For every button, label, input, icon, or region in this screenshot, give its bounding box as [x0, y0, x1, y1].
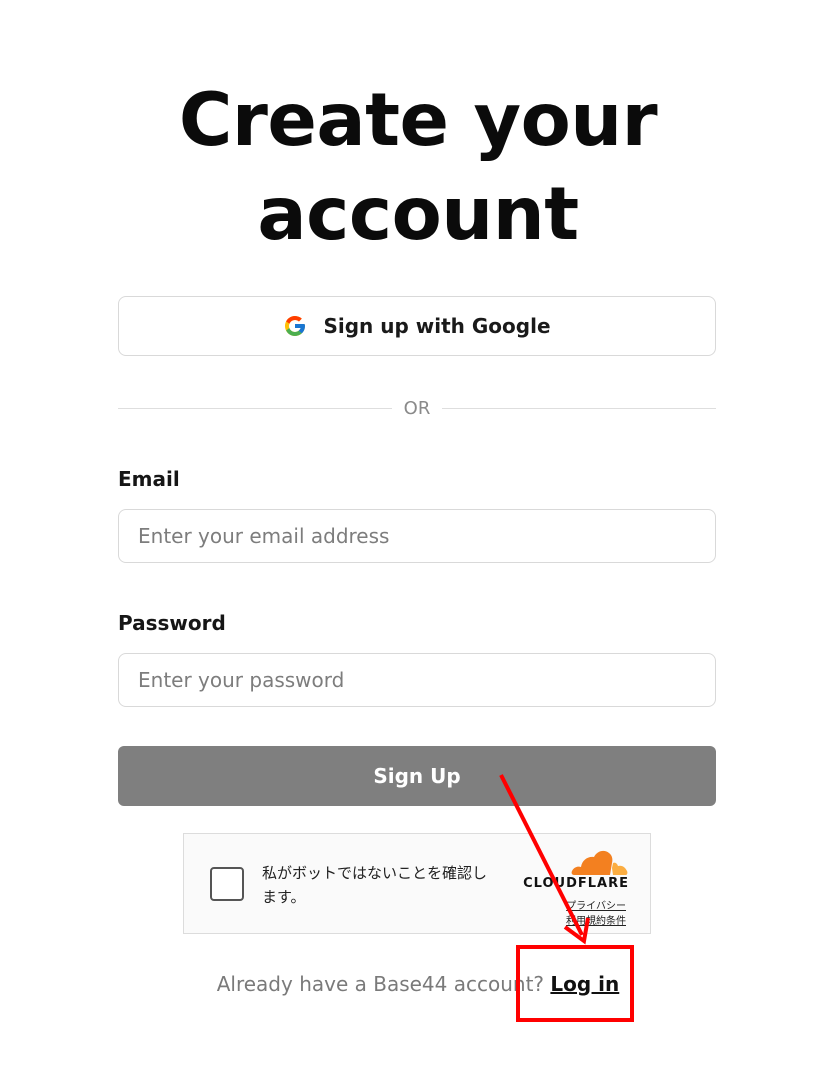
email-label: Email: [118, 467, 180, 491]
sign-up-button[interactable]: Sign Up: [118, 746, 716, 806]
email-field[interactable]: [118, 509, 716, 563]
captcha-terms-link[interactable]: 利用規約条件: [566, 912, 626, 927]
page-title-line-1: Create your: [178, 78, 658, 163]
captcha-checkbox-label: 私がボットではないことを確認します。: [262, 864, 488, 906]
cloudflare-logo-text: CLOUDFLARE: [523, 876, 629, 891]
divider-line-right: [442, 408, 716, 409]
captcha-checkbox[interactable]: [210, 867, 244, 901]
page-title: Create your account: [0, 74, 836, 262]
cloudflare-cloud-icon: [571, 850, 628, 875]
google-g-icon: [285, 316, 306, 336]
or-divider: OR: [118, 397, 716, 421]
password-field[interactable]: [118, 653, 716, 707]
login-prompt-text: Already have a Base44 account?: [216, 972, 545, 996]
google-signup-button[interactable]: Sign up with Google: [118, 296, 716, 356]
captcha-privacy-link[interactable]: プライバシー: [566, 897, 626, 912]
password-label: Password: [118, 611, 226, 635]
login-prompt: Already have a Base44 account? Log in: [0, 972, 836, 996]
page-title-line-2: account: [257, 172, 579, 257]
google-signup-label: Sign up with Google: [323, 314, 551, 338]
cloudflare-turnstile-widget: 私がボットではないことを確認します。 CLOUDFLARE プライバシー 利用規…: [183, 833, 651, 934]
login-link[interactable]: Log in: [550, 972, 619, 996]
